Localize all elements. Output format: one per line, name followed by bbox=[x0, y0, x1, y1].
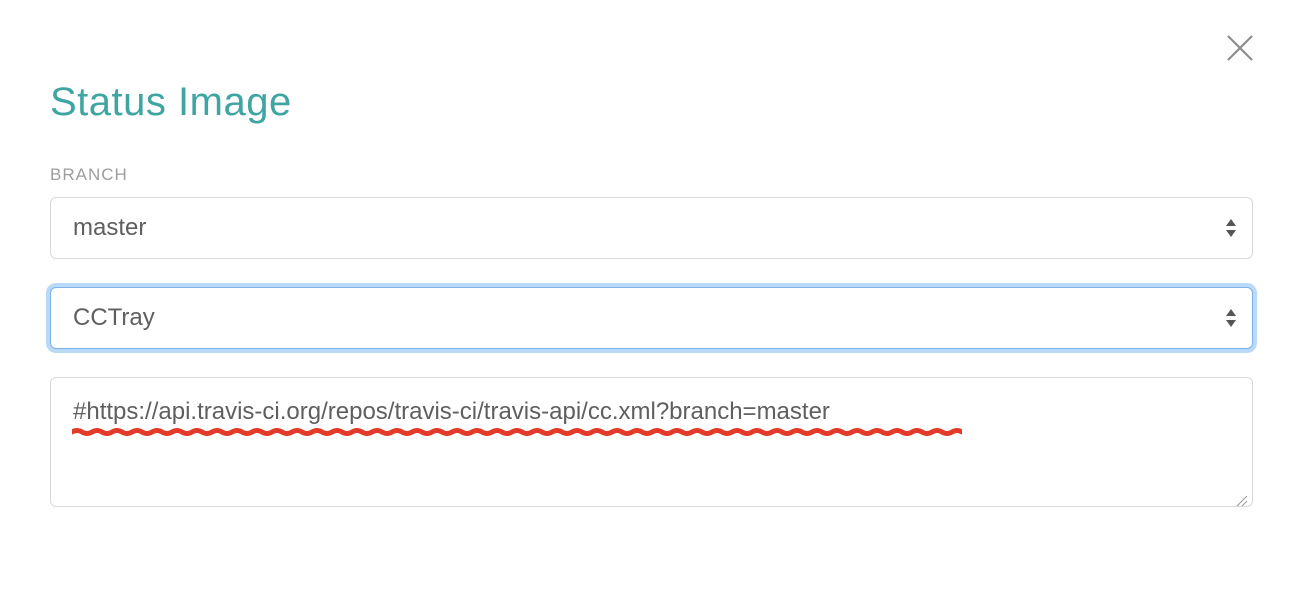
branch-select[interactable]: master bbox=[50, 197, 1253, 259]
url-output-wrapper bbox=[50, 377, 1253, 512]
format-select-wrapper: CCTray bbox=[50, 287, 1253, 349]
branch-label: BRANCH bbox=[50, 165, 1253, 185]
format-select-value: CCTray bbox=[73, 304, 155, 332]
url-output-textarea[interactable] bbox=[50, 377, 1253, 507]
branch-select-value: master bbox=[73, 214, 146, 242]
modal-title: Status Image bbox=[50, 80, 1253, 125]
close-icon bbox=[1225, 33, 1255, 63]
branch-select-wrapper: master bbox=[50, 197, 1253, 259]
close-button[interactable] bbox=[1222, 30, 1258, 66]
format-select[interactable]: CCTray bbox=[50, 287, 1253, 349]
